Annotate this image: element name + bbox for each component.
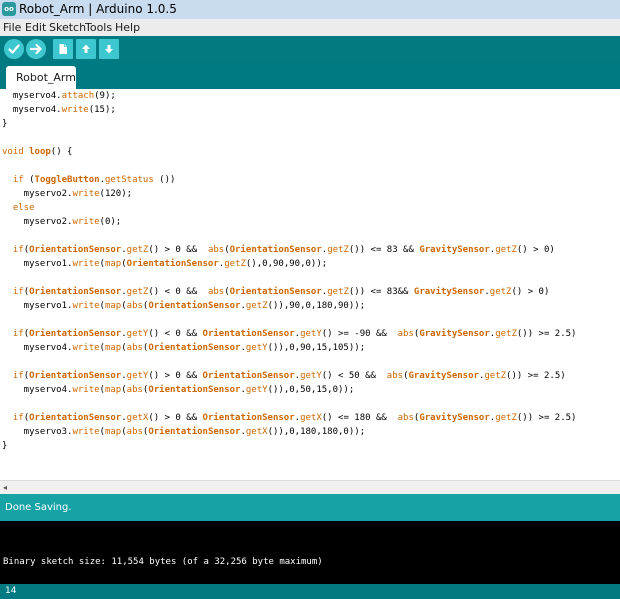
status-message: Done Saving. — [5, 502, 72, 513]
code-editor[interactable]: myservo4.attach(9); myservo4.write(15); … — [0, 89, 620, 480]
arrow-up-icon — [82, 44, 90, 53]
code-line: myservo1.write(map(OrientationSensor.get… — [2, 259, 328, 269]
line-number: 14 — [5, 586, 17, 596]
code-line: myservo3.write(map(abs(OrientationSensor… — [2, 427, 366, 437]
menu-file[interactable]: File — [3, 21, 21, 34]
horizontal-scrollbar[interactable]: ◂ — [0, 480, 620, 494]
verify-button[interactable] — [4, 39, 24, 59]
upload-button[interactable] — [26, 39, 46, 59]
code-line: myservo4.write(15); — [2, 105, 116, 115]
code-line: } — [2, 441, 8, 451]
console-output: Binary sketch size: 11,554 bytes (of a 3… — [3, 557, 323, 567]
code-line: else — [12, 203, 35, 213]
scroll-left-icon[interactable]: ◂ — [3, 481, 7, 494]
code-line: myservo1.write(map(abs(OrientationSensor… — [2, 301, 366, 311]
code-line: if(OrientationSensor.getY() < 0 && Orien… — [12, 329, 577, 339]
new-button[interactable] — [53, 39, 73, 59]
open-button[interactable] — [76, 39, 96, 59]
code-line: if(OrientationSensor.getZ() < 0 && abs(O… — [12, 287, 550, 297]
save-button[interactable] — [99, 39, 119, 59]
menu-tools[interactable]: Tools — [85, 21, 112, 34]
menu-help[interactable]: Help — [115, 21, 140, 34]
arrow-right-icon — [29, 43, 42, 55]
code-line: if (ToggleButton.getStatus ()) — [12, 175, 176, 185]
code-line: if(OrientationSensor.getZ() > 0 && abs(O… — [12, 245, 555, 255]
footer-bar: 14 — [0, 584, 620, 599]
tab-label: Robot_Arm — [16, 71, 76, 84]
code-line: myservo2.write(120); — [2, 189, 133, 199]
code-line: myservo4.write(map(abs(OrientationSensor… — [2, 385, 355, 395]
code-line: if(OrientationSensor.getX() > 0 && Orien… — [12, 413, 577, 423]
new-file-icon — [59, 44, 67, 54]
window-title: Robot_Arm | Arduino 1.0.5 — [19, 2, 177, 16]
menu-sketch[interactable]: Sketch — [49, 21, 86, 34]
tab-robot-arm[interactable]: Robot_Arm — [6, 66, 76, 89]
code-line: void loop() { — [2, 147, 73, 157]
checkmark-icon — [8, 44, 20, 54]
code-line: } — [2, 119, 8, 129]
toolbar — [0, 36, 620, 62]
code-line: myservo2.write(0); — [2, 217, 122, 227]
window-title-bar[interactable]: oo Robot_Arm | Arduino 1.0.5 — [0, 0, 620, 20]
console-panel[interactable]: Binary sketch size: 11,554 bytes (of a 3… — [0, 521, 620, 584]
arduino-logo-icon: oo — [2, 2, 16, 16]
status-bar: Done Saving. — [0, 494, 620, 521]
tab-strip: Robot_Arm — [0, 62, 620, 89]
code-line: myservo4.write(map(abs(OrientationSensor… — [2, 343, 366, 353]
code-line: if(OrientationSensor.getY() > 0 && Orien… — [12, 371, 566, 381]
code-line: myservo4.attach(9); — [2, 91, 116, 101]
arrow-down-icon — [105, 45, 113, 54]
menu-bar: File Edit Sketch Tools Help — [0, 19, 620, 37]
menu-edit[interactable]: Edit — [25, 21, 46, 34]
